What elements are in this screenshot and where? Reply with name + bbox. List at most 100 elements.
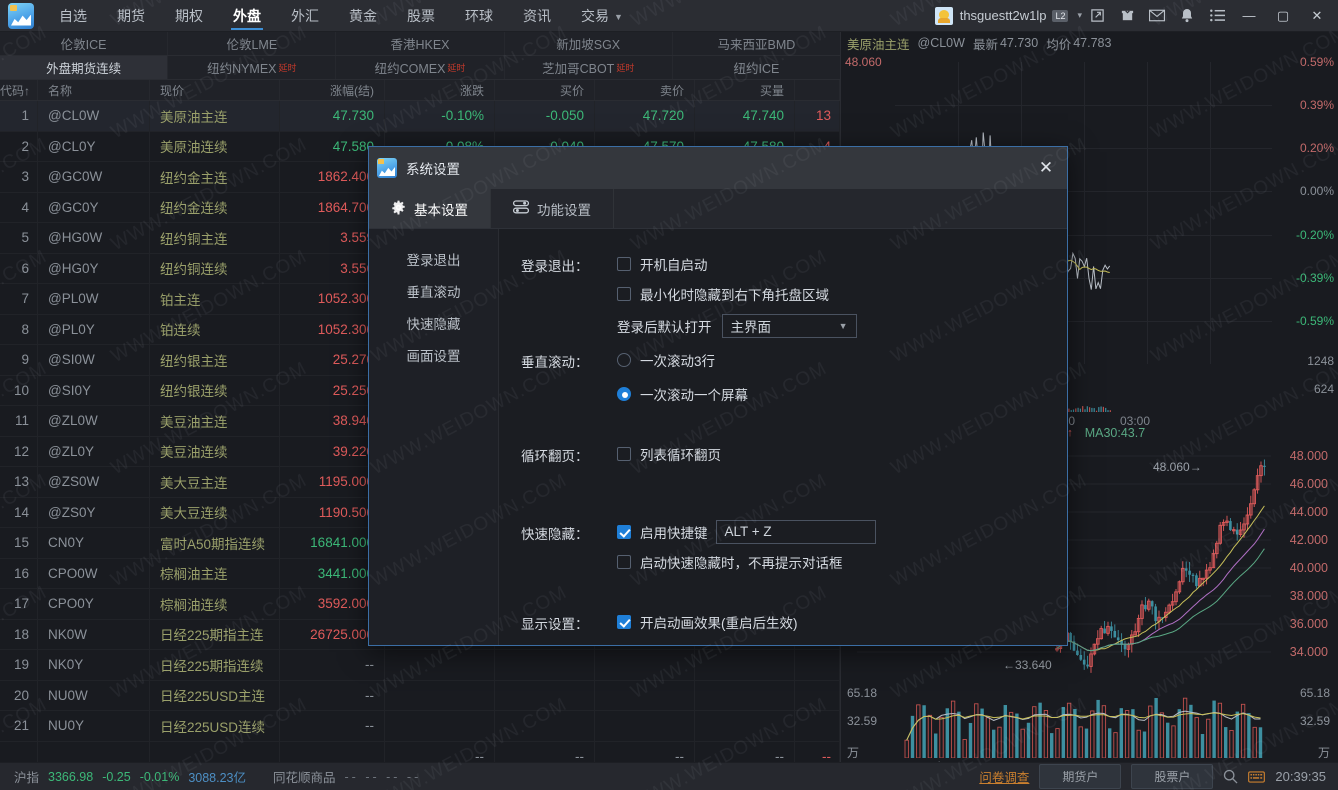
exchange-row2-tab-4[interactable]: 纽约ICE [673, 56, 840, 79]
default-open-select[interactable]: 主界面 ▼ [722, 314, 857, 338]
option-list-loop[interactable]: 列表循环翻页 [617, 441, 1067, 467]
nav-item-2[interactable]: 期权 [160, 0, 218, 32]
exchange-row2-tab-3[interactable]: 芝加哥CBOT 延时 [505, 56, 673, 79]
exchange-row2-tab-1[interactable]: 纽约NYMEX 延时 [168, 56, 336, 79]
exchange-row1-tab-0[interactable]: 伦敦ICE [0, 32, 168, 55]
option-enable-hotkey[interactable]: 启用快捷键 ALT + Z [617, 519, 1067, 545]
column-header-1[interactable]: 名称 [38, 80, 150, 100]
table-row[interactable]: 1 @CL0W 美原油主连 47.730 -0.10% -0.050 47.720 47.74… [0, 101, 840, 132]
exchange-row2-tab-4-label: 纽约ICE [733, 58, 779, 77]
tab-basic-settings[interactable]: 基本设置 [369, 189, 491, 228]
minimize-tray-checkbox[interactable] [617, 287, 631, 301]
avatar[interactable] [935, 7, 953, 25]
autostart-checkbox[interactable] [617, 257, 631, 271]
option-scroll-screen[interactable]: 一次滚动一个屏幕 [617, 381, 1067, 407]
share-icon[interactable] [1082, 0, 1112, 32]
dialog-sidebar-item-0[interactable]: 登录退出 [369, 243, 498, 275]
volume-y-tick: 65.18 [847, 686, 877, 700]
row-code: @GC0Y [38, 193, 150, 223]
column-header-7[interactable]: 买量 [695, 80, 795, 100]
nav-item-9[interactable]: 交易 ▼ [566, 0, 638, 32]
row-name: 美豆油连续 [150, 437, 280, 467]
column-header-0[interactable]: 代码↑ [0, 80, 38, 100]
nav-item-8[interactable]: 资讯 [508, 0, 566, 32]
table-row[interactable]: 19 NK0Y 日经225期指连续 -- [0, 650, 840, 681]
nav-item-6[interactable]: 股票 [392, 0, 450, 32]
row-name: 美原油主连 [150, 101, 280, 131]
enable-hotkey-checkbox[interactable] [617, 525, 631, 539]
exchange-tabs-row-1: 伦敦ICE 伦敦LME 香港HKEX 新加坡SGX 马来西亚BMD [0, 32, 840, 56]
option-animation[interactable]: 开启动画效果(重启后生效) [617, 609, 1067, 635]
exchange-row2-tab-2[interactable]: 纽约COMEX 延时 [336, 56, 504, 79]
row-bid-volume: 13 [795, 101, 840, 131]
section-login: 登录退出： 开机自启动 最小化时隐藏到右下角托盘区域 登录后默认打开 主界面 ▼ [521, 251, 1067, 341]
exchange-row1-tab-2-label: 香港HKEX [390, 34, 449, 53]
column-header-2[interactable]: 现价 [150, 80, 280, 100]
animation-checkbox[interactable] [617, 615, 631, 629]
dialog-sidebar-item-2[interactable]: 快速隐藏 [369, 307, 498, 339]
app-logo-icon [8, 3, 34, 29]
tab-function-settings[interactable]: 功能设置 [491, 189, 614, 228]
keyboard-icon[interactable] [1248, 771, 1265, 783]
row-index: 16 [0, 559, 38, 589]
column-header-5[interactable]: 买价 [495, 80, 595, 100]
row-code: @HG0W [38, 223, 150, 253]
exchange-row1-tab-1[interactable]: 伦敦LME [168, 32, 336, 55]
exchange-row1-tab-1-label: 伦敦LME [226, 34, 277, 53]
row-name: 日经225期指连续 [150, 650, 280, 680]
column-header-3[interactable]: 涨幅(结) [280, 80, 385, 100]
dialog-sidebar-item-1[interactable]: 垂直滚动 [369, 275, 498, 307]
nav-item-7[interactable]: 环球 [450, 0, 508, 32]
option-scroll-3lines[interactable]: 一次滚动3行 [617, 347, 1067, 373]
gift-icon[interactable] [1112, 0, 1142, 32]
status-left: 沪指 3366.98 -0.25 -0.01% 3088.23亿 同花顺商品 -… [0, 767, 421, 786]
column-header-6[interactable]: 卖价 [595, 80, 695, 100]
nav-item-1[interactable]: 期货 [102, 0, 160, 32]
stock-account-button[interactable]: 股票户 [1131, 764, 1213, 789]
candlestick-y-tick: 40.000 [1290, 561, 1328, 575]
scroll-3lines-radio[interactable] [617, 353, 631, 367]
dialog-sidebar-item-3[interactable]: 画面设置 [369, 339, 498, 371]
dialog-close-icon[interactable]: ✕ [1025, 147, 1067, 189]
column-header-4[interactable]: 涨跌 [385, 80, 495, 100]
minimize-button[interactable]: — [1232, 0, 1266, 32]
list-loop-checkbox[interactable] [617, 447, 631, 461]
exchange-row1-tab-3[interactable]: 新加坡SGX [505, 32, 673, 55]
exchange-row1-tab-4[interactable]: 马来西亚BMD [673, 32, 840, 55]
commodity-label: 同花顺商品 [273, 767, 336, 786]
nav-item-0[interactable]: 自选 [44, 0, 102, 32]
quote-table-header: 代码↑ 名称 现价 涨幅(结) 涨跌 买价 卖价 买量 [0, 80, 840, 101]
mail-icon[interactable] [1142, 0, 1172, 32]
scroll-screen-radio[interactable] [617, 387, 631, 401]
nav-item-4[interactable]: 外汇 [276, 0, 334, 32]
table-row[interactable]: 21 NU0Y 日经225USD连续 -- [0, 711, 840, 742]
table-row[interactable]: 20 NU0W 日经225USD主连 -- [0, 681, 840, 712]
row-ask [695, 650, 795, 680]
bell-icon[interactable] [1172, 0, 1202, 32]
candlestick-y-tick: 42.000 [1290, 533, 1328, 547]
option-autostart[interactable]: 开机自启动 [617, 251, 1067, 277]
row-name: 富时A50期指连续 [150, 528, 280, 558]
exchange-row1-tab-2[interactable]: 香港HKEX [336, 32, 504, 55]
intraday-y-tick-right: 0.20% [1300, 141, 1334, 155]
no-prompt-checkbox[interactable] [617, 555, 631, 569]
nav-item-5[interactable]: 黄金 [334, 0, 392, 32]
maximize-button[interactable]: ▢ [1266, 0, 1300, 32]
candlestick-y-tick: 44.000 [1290, 505, 1328, 519]
system-settings-dialog: 系统设置 ✕ 基本设置 功能设置 登录退出 垂直滚动 快速隐藏 画面设置 登录退… [368, 146, 1068, 646]
nav-item-3[interactable]: 外盘 [218, 0, 276, 32]
scroll-screen-label: 一次滚动一个屏幕 [640, 384, 748, 404]
futures-account-button[interactable]: 期货户 [1039, 764, 1121, 789]
hotkey-input[interactable]: ALT + Z [716, 520, 876, 544]
close-button[interactable]: ✕ [1300, 0, 1334, 32]
delayed-badge: 延时 [447, 61, 465, 74]
exchange-row1-tab-3-label: 新加坡SGX [556, 34, 620, 53]
exchange-row2-tab-0[interactable]: 外盘期货连续 [0, 56, 168, 79]
option-minimize-tray[interactable]: 最小化时隐藏到右下角托盘区域 [617, 281, 1067, 307]
search-icon[interactable] [1223, 769, 1238, 784]
survey-link[interactable]: 问卷调查 [979, 767, 1029, 786]
list-icon[interactable] [1202, 0, 1232, 32]
ma30-label: MA30:43.7 [1085, 426, 1145, 440]
option-no-prompt[interactable]: 启动快速隐藏时，不再提示对话框 [617, 549, 1067, 575]
row-code: CPO0Y [38, 589, 150, 619]
